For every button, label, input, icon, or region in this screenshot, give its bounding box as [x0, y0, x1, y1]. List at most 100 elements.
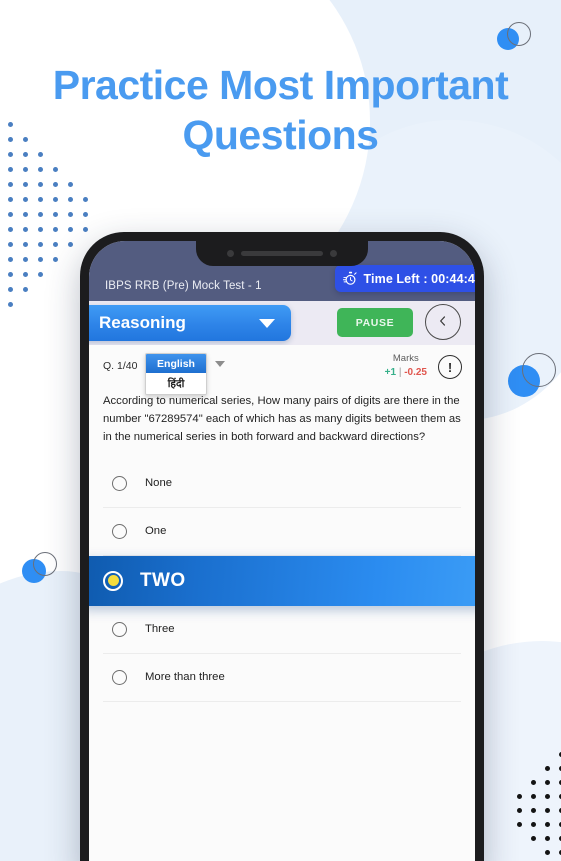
front-camera-icon [227, 250, 234, 257]
dot [8, 167, 13, 172]
page-title-line-1: Practice Most Important [52, 62, 509, 108]
timer-chip: Time Left : 00:44:43 [334, 265, 475, 292]
dot [545, 794, 550, 799]
option-row[interactable]: One [103, 508, 461, 556]
deco-circle-top-right [497, 22, 537, 58]
dot [531, 822, 536, 827]
subject-selector[interactable]: Reasoning [89, 305, 291, 341]
marks-separator: | [398, 366, 402, 378]
radio-button-icon[interactable] [112, 523, 127, 539]
phone-notch [196, 241, 368, 266]
marks-positive: +1 [384, 366, 397, 378]
dot [68, 212, 73, 217]
language-option-english[interactable]: English [146, 354, 206, 373]
dot [531, 794, 536, 799]
subject-label: Reasoning [99, 313, 186, 332]
dot [8, 272, 13, 277]
dot [83, 212, 88, 217]
radio-button-selected-icon[interactable] [103, 570, 123, 591]
dot [8, 287, 13, 292]
dot [53, 257, 58, 262]
deco-circle-ring [507, 22, 531, 46]
dot [8, 242, 13, 247]
dot [23, 212, 28, 217]
page-title-line-2: Questions [182, 112, 379, 159]
dot-grid-bottom-right [508, 738, 561, 858]
dot [53, 227, 58, 232]
dot [38, 167, 43, 172]
dot [53, 167, 58, 172]
deco-circle-fill [508, 365, 540, 397]
dot [23, 287, 28, 292]
option-label: One [145, 525, 167, 538]
marks-label: Marks [392, 353, 419, 364]
page-title: Practice Most Important Questions [0, 60, 561, 160]
dot [531, 780, 536, 785]
stopwatch-icon [342, 271, 358, 286]
dot [38, 182, 43, 187]
dot [38, 257, 43, 262]
radio-button-icon[interactable] [112, 475, 127, 491]
dot [38, 197, 43, 202]
dot [68, 197, 73, 202]
test-title: IBPS RRB (Pre) Mock Test - 1 [105, 280, 262, 292]
subject-bar: Reasoning PAUSE [89, 301, 475, 345]
option-row-selected[interactable]: TWO [89, 555, 475, 606]
dot [545, 836, 550, 841]
option-label: None [145, 477, 173, 490]
phone-mockup: IBPS RRB (Pre) Mock Test - 1 Time Left:… [80, 232, 484, 861]
marks-values: +1 | -0.25 [385, 366, 427, 380]
dot [53, 212, 58, 217]
dot [53, 242, 58, 247]
dot [531, 836, 536, 841]
dot [8, 257, 13, 262]
exclamation-circle-icon[interactable]: ! [438, 355, 462, 379]
deco-circle-fill [497, 28, 519, 50]
deco-circle-fill [22, 559, 46, 583]
deco-circle-ring [33, 552, 57, 576]
deco-circle-mid-right [508, 353, 561, 405]
dot [8, 182, 13, 187]
dot [531, 808, 536, 813]
proximity-sensor-icon [330, 250, 337, 257]
dot [545, 822, 550, 827]
dot [545, 850, 550, 855]
dot [38, 272, 43, 277]
dot [83, 227, 88, 232]
option-row[interactable]: Three [103, 606, 461, 654]
options-list: None One TWO Three More than three [89, 446, 475, 702]
chevron-down-icon[interactable] [215, 361, 225, 367]
timer-label: Time Left : 00:44:43 [363, 271, 475, 286]
dot [83, 197, 88, 202]
dot [517, 808, 522, 813]
language-dropdown[interactable]: English हिंदी [145, 353, 207, 395]
dot [545, 808, 550, 813]
radio-button-icon[interactable] [112, 621, 127, 637]
dot [38, 227, 43, 232]
dot [23, 182, 28, 187]
promo-screenshot: Practice Most Important Questions IBPS R… [0, 0, 561, 861]
dot [517, 822, 522, 827]
pause-button[interactable]: PAUSE [337, 308, 413, 337]
option-label: TWO [140, 569, 186, 591]
dot [38, 242, 43, 247]
option-row[interactable]: None [103, 460, 461, 508]
dot [53, 182, 58, 187]
deco-circle-ring [522, 353, 556, 387]
back-button[interactable] [425, 304, 461, 340]
dot [23, 167, 28, 172]
language-option-hindi[interactable]: हिंदी [146, 373, 206, 394]
dot [8, 197, 13, 202]
dot [8, 212, 13, 217]
option-label: Three [145, 623, 175, 636]
marks-negative: -0.25 [404, 366, 427, 378]
dot [23, 197, 28, 202]
dot [68, 182, 73, 187]
deco-circle-mid-left [22, 552, 64, 590]
option-label: More than three [145, 671, 225, 684]
dot [53, 197, 58, 202]
radio-button-icon[interactable] [112, 669, 127, 685]
dot [545, 766, 550, 771]
dot [545, 780, 550, 785]
option-row[interactable]: More than three [103, 654, 461, 702]
